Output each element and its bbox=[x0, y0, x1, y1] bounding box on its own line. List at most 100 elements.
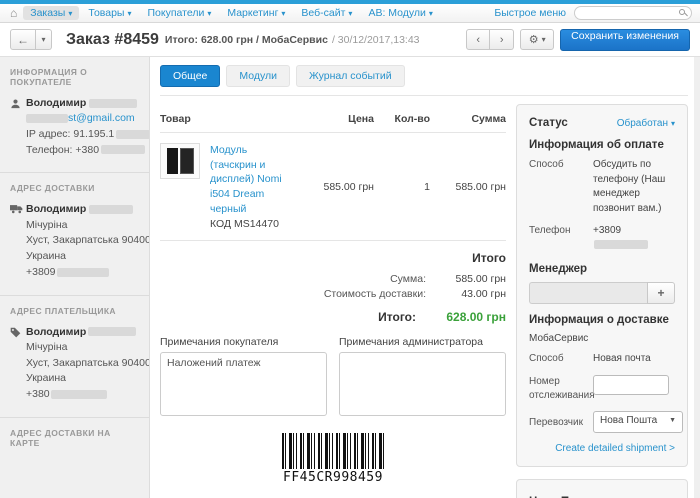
customer-email: st@gmail.com bbox=[26, 111, 139, 127]
gear-icon: ⚙ bbox=[528, 34, 539, 46]
payer-name: Володимир bbox=[26, 325, 139, 340]
next-order-button[interactable]: › bbox=[490, 29, 515, 50]
payment-phone-value: +3809 bbox=[593, 224, 675, 253]
nav-item-website[interactable]: Веб-сайт bbox=[294, 6, 359, 20]
order-notes: Примечания покупателя Наложений платеж П… bbox=[160, 336, 506, 421]
tab-event-log[interactable]: Журнал событий bbox=[296, 65, 405, 87]
admin-note-textarea[interactable] bbox=[339, 352, 506, 417]
shipping-address-row: Володимир Мічуріна Хуст, Закарпатська 90… bbox=[10, 202, 150, 281]
customer-ip: IP адрес: 91.195.1 bbox=[26, 127, 149, 143]
settings-gear-button[interactable]: ⚙ ▾ bbox=[520, 29, 555, 50]
nav-item-orders[interactable]: Заказы bbox=[23, 6, 80, 20]
nav-item-products[interactable]: Товары bbox=[81, 6, 138, 20]
back-dropdown-button[interactable]: ▾ bbox=[36, 29, 52, 50]
admin-note-label: Примечания администратора bbox=[339, 336, 483, 349]
barcode-image bbox=[282, 433, 384, 470]
product-image-part bbox=[166, 148, 178, 174]
shipping-phone-text: +3809 bbox=[26, 265, 56, 278]
manager-input[interactable] bbox=[529, 282, 647, 304]
main-navbar: ⌂ Заказы Товары Покупатели Маркетинг Веб… bbox=[0, 4, 700, 23]
redacted-text bbox=[116, 129, 149, 139]
nav-item-marketing[interactable]: Маркетинг bbox=[220, 6, 292, 20]
tracking-row: Номер отслеживания bbox=[529, 374, 675, 403]
order-details: Товар Цена Кол-во Сумма Модуль (тачскрин… bbox=[160, 104, 506, 498]
redacted-text bbox=[594, 240, 648, 250]
product-name-block: Модуль (тачскрин и дисплей) Nomi i504 Dr… bbox=[210, 143, 302, 230]
barcode-block: FF45CR998459 bbox=[160, 433, 506, 485]
nav-item-modules[interactable]: АВ: Модули bbox=[361, 6, 439, 20]
customer-note-textarea[interactable]: Наложений платеж bbox=[160, 352, 327, 417]
status-label: Статус bbox=[529, 117, 568, 129]
col-header-price: Цена bbox=[348, 113, 374, 125]
payer-address-title: АДРЕС ПЛАТЕЛЬЩИКА bbox=[10, 305, 116, 316]
search-input[interactable] bbox=[574, 6, 692, 20]
search-icon bbox=[679, 9, 685, 15]
customer-note-label: Примечания покупателя bbox=[160, 336, 279, 349]
add-manager-button[interactable]: + bbox=[647, 282, 675, 304]
create-shipment-link[interactable]: Create detailed shipment > bbox=[529, 443, 675, 454]
carrier-select[interactable]: Нова Пошта ▼ bbox=[593, 410, 683, 433]
payer-street: Мічуріна bbox=[26, 340, 68, 353]
tab-general[interactable]: Общее bbox=[160, 65, 221, 87]
shipping-cost-row: Стоимость доставки: 43.00 грн bbox=[324, 288, 506, 300]
product-qty: 1 bbox=[424, 180, 430, 193]
product-image-part bbox=[179, 148, 194, 174]
payment-method-row: Способ Обсудить по телефону (Наш менедже… bbox=[529, 158, 675, 216]
map-section: АДРЕС ДОСТАВКИ НА КАРТЕ bbox=[0, 418, 149, 460]
products-table: Товар Цена Кол-во Сумма Модуль (тачскрин… bbox=[160, 108, 506, 242]
payer-phone: +380 bbox=[26, 387, 139, 403]
carrier-row: Перевозчик Нова Пошта ▼ bbox=[529, 410, 683, 433]
col-header-product: Товар bbox=[160, 113, 191, 125]
shipping-address-title: АДРЕС ДОСТАВКИ bbox=[10, 183, 95, 194]
order-nav-group: ‹ › bbox=[466, 29, 515, 50]
shipping-name-text: Володимир bbox=[26, 203, 87, 216]
back-button-group: ← ▾ bbox=[10, 29, 52, 50]
save-button[interactable]: Сохранить изменения bbox=[560, 28, 690, 51]
payment-phone-label: Телефон bbox=[529, 225, 571, 236]
grand-total-label: Итого: bbox=[378, 310, 416, 325]
order-header: ← ▾ Заказ #8459 Итого: 628.00 грн / Моба… bbox=[0, 23, 700, 57]
payment-info-heading: Информация об оплате bbox=[529, 139, 664, 151]
shipping-name: Володимир bbox=[26, 202, 139, 217]
chevron-down-icon: ▾ bbox=[541, 35, 546, 44]
product-link[interactable]: Модуль (тачскрин и дисплей) Nomi i504 Dr… bbox=[210, 143, 294, 216]
customer-note-col: Примечания покупателя Наложений платеж bbox=[160, 336, 327, 421]
payment-method-label: Способ bbox=[529, 159, 564, 170]
customer-info-title: ИНФОРМАЦИЯ О ПОКУПАТЕЛЕ bbox=[10, 67, 88, 87]
tab-modules[interactable]: Модули bbox=[226, 65, 291, 87]
order-totals: Итого Сумма: 585.00 грн Стоимость достав… bbox=[160, 241, 506, 330]
back-button[interactable]: ← bbox=[10, 29, 36, 50]
map-section-title: АДРЕС ДОСТАВКИ НА КАРТЕ bbox=[10, 427, 111, 448]
status-dropdown[interactable]: Обработан bbox=[617, 118, 675, 129]
totals-heading: Итого bbox=[472, 251, 506, 266]
prev-order-button[interactable]: ‹ bbox=[466, 29, 491, 50]
shipping-phone: +3809 bbox=[26, 265, 139, 281]
redacted-text bbox=[50, 389, 107, 399]
tab-divider bbox=[160, 95, 688, 96]
order-summary: Итого: 628.00 грн / МобаСервис bbox=[164, 33, 328, 46]
payer-address-row: Володимир Мічуріна Хуст, Закарпатська 90… bbox=[10, 325, 149, 403]
customer-email-link[interactable]: st@gmail.com bbox=[68, 112, 135, 124]
page-title: Заказ #8459 bbox=[66, 30, 159, 48]
subtotal-value: 585.00 грн bbox=[455, 273, 506, 286]
person-icon bbox=[10, 96, 26, 158]
home-icon[interactable]: ⌂ bbox=[10, 6, 17, 20]
tracking-input[interactable] bbox=[593, 374, 669, 395]
shipping-cost-label: Стоимость доставки: bbox=[323, 288, 426, 301]
quick-menu-link[interactable]: Быстрое меню bbox=[494, 7, 566, 19]
customer-name: Володимир bbox=[26, 96, 139, 111]
admin-note-col: Примечания администратора bbox=[339, 336, 506, 421]
product-thumbnail bbox=[160, 143, 200, 179]
shipping-city: Хуст, Закарпатська 90400 bbox=[26, 234, 150, 247]
payment-phone-row: Телефон +3809 bbox=[529, 224, 675, 253]
customer-sidebar: ИНФОРМАЦИЯ О ПОКУПАТЕЛЕ Володимир st@gma… bbox=[0, 57, 150, 498]
nav-item-customers[interactable]: Покупатели bbox=[141, 6, 219, 20]
shipping-country: Украина bbox=[26, 250, 66, 263]
subtotal-label: Сумма: bbox=[390, 273, 426, 286]
barcode-text: FF45CR998459 bbox=[283, 470, 383, 486]
ship-method-row: Способ Новая почта bbox=[529, 352, 675, 367]
customer-info-section: ИНФОРМАЦИЯ О ПОКУПАТЕЛЕ Володимир st@gma… bbox=[0, 57, 149, 174]
manager-input-group: + bbox=[529, 282, 675, 304]
customer-name-text: Володимир bbox=[26, 97, 87, 109]
chevron-down-icon: ▼ bbox=[669, 417, 676, 425]
